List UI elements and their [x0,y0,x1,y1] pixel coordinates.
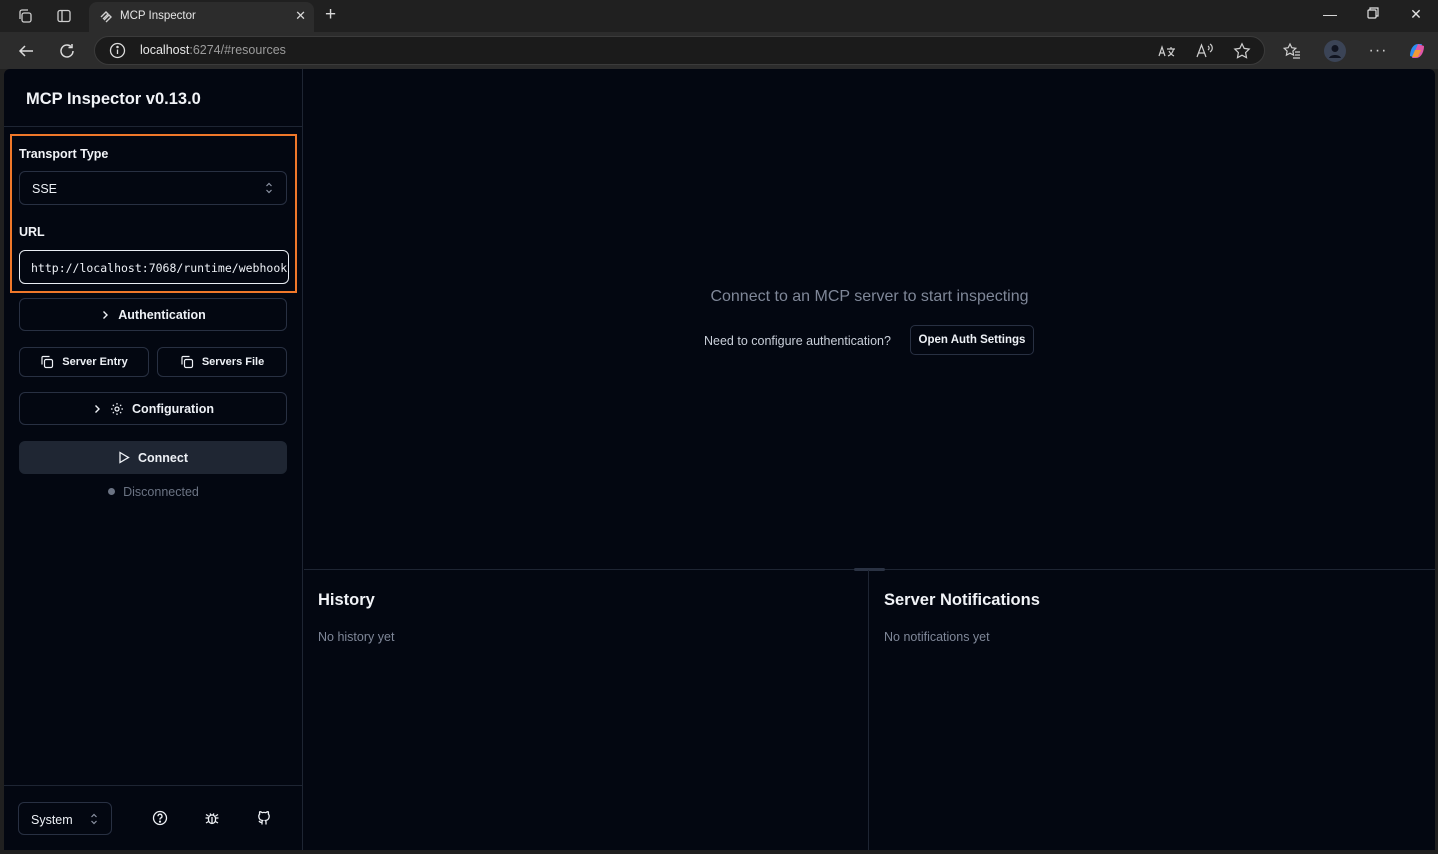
copy-icon [181,355,193,369]
url-input-value: http://localhost:7068/runtime/webhooks/m… [31,261,288,275]
transport-type-select[interactable]: SSE [19,171,287,205]
transport-type-label: Transport Type [19,147,109,161]
server-entry-label: Server Entry [62,356,128,368]
chevron-up-down-icon [264,181,274,195]
app-title: MCP Inspector v0.13.0 [26,90,201,108]
favorites-icon[interactable] [1281,40,1303,62]
tab-title: MCP Inspector [120,10,196,22]
server-notifications-title: Server Notifications [884,591,1040,609]
copy-icon [41,355,54,369]
address-text: localhost:6274/#resources [140,43,286,57]
chevron-up-down-icon [89,812,99,826]
connect-button[interactable]: Connect [19,441,287,474]
workspaces-icon[interactable] [15,6,35,26]
status-dot-icon [108,488,116,495]
server-entry-button[interactable]: Server Entry [19,347,149,377]
address-bar[interactable]: localhost:6274/#resources [94,36,1265,65]
authentication-toggle-button[interactable]: Authentication [19,298,287,331]
resize-handle[interactable] [854,568,885,571]
minimize-icon[interactable]: ― [1320,6,1340,22]
chevron-right-icon [95,404,101,413]
connect-label: Connect [138,450,188,465]
servers-file-label: Servers File [201,356,265,368]
configuration-toggle-button[interactable]: Configuration [19,392,287,425]
sidebar: MCP Inspector v0.13.0 Transport Type SSE… [4,69,303,850]
play-icon [119,451,130,464]
connection-status-text: Disconnected [123,485,199,499]
configuration-label: Configuration [132,401,214,416]
sidebar-header-divider [4,126,303,127]
tab-mcp-inspector[interactable]: MCP Inspector ✕ [89,2,314,32]
transport-type-value: SSE [32,182,58,196]
auth-prompt-text: Need to configure authentication? [704,334,891,348]
url-label: URL [19,225,45,239]
profile-avatar[interactable] [1324,40,1346,62]
info-icon[interactable] [109,42,126,59]
close-tab-icon[interactable]: ✕ [295,8,306,24]
notifications-empty-text: No notifications yet [884,630,990,644]
gear-icon [111,402,124,415]
history-title: History [318,591,375,609]
github-icon[interactable] [253,807,275,829]
empty-state-title: Connect to an MCP server to start inspec… [710,288,1029,305]
copilot-icon[interactable] [1406,40,1428,62]
mcp-favicon-icon [98,9,114,25]
read-aloud-icon[interactable] [1195,41,1215,61]
panel-vertical-divider [868,570,869,850]
chevron-right-icon [103,310,109,319]
navigation-bar: localhost:6274/#resources ··· [0,32,1438,69]
favorite-star-icon[interactable] [1232,41,1252,61]
close-window-icon[interactable]: ✕ [1406,6,1426,23]
page-viewport: MCP Inspector v0.13.0 Transport Type SSE… [4,69,1435,850]
servers-file-button[interactable]: Servers File [157,347,287,377]
theme-select[interactable]: System [18,802,112,835]
refresh-icon[interactable] [56,40,78,62]
more-options-icon[interactable]: ··· [1367,40,1389,62]
url-input[interactable]: http://localhost:7068/runtime/webhooks/m… [19,250,289,284]
authentication-label: Authentication [118,307,206,322]
tab-strip: MCP Inspector ✕ + ― ✕ [0,0,1438,32]
new-tab-icon[interactable]: + [325,5,336,25]
open-auth-settings-button[interactable]: Open Auth Settings [910,325,1034,355]
theme-value: System [31,813,73,827]
back-icon[interactable] [15,40,37,62]
main-content: Connect to an MCP server to start inspec… [304,69,1435,850]
restore-icon[interactable] [1363,6,1383,22]
bug-icon[interactable] [201,807,223,829]
vertical-tabs-icon[interactable] [54,6,74,26]
connection-status: Disconnected [4,485,303,499]
translate-icon[interactable] [1157,41,1177,61]
browser-window: MCP Inspector ✕ + ― ✕ localhost:6274/#re… [0,0,1438,854]
sidebar-footer-divider [4,785,303,786]
history-empty-text: No history yet [318,630,395,644]
help-icon[interactable] [149,807,171,829]
